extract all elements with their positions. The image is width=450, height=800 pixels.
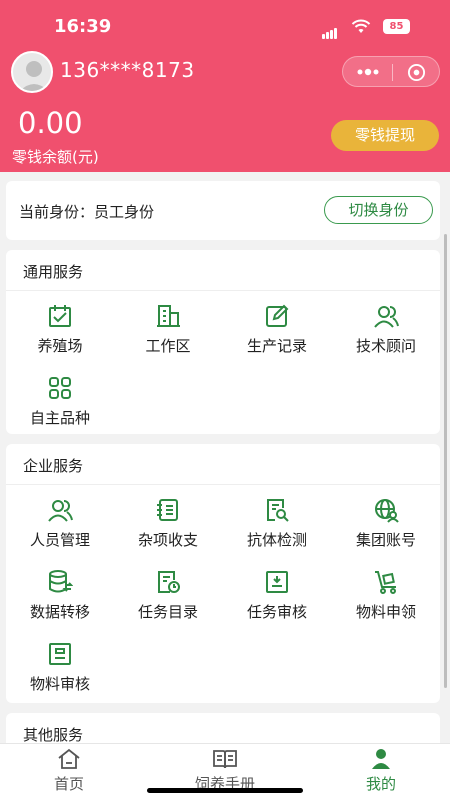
service-misc-finance[interactable]: 杂项收支 <box>114 497 222 550</box>
tab-label: 我的 <box>365 775 396 793</box>
service-label: 抗体检测 <box>246 531 307 549</box>
service-label: 养殖场 <box>37 337 83 355</box>
service-group-account[interactable]: 集团账号 <box>332 497 440 550</box>
service-label: 杂项收支 <box>137 531 198 549</box>
balance-value: 0.00 <box>18 106 83 140</box>
avatar[interactable] <box>11 51 53 93</box>
grid-icon <box>49 377 71 399</box>
home-icon <box>58 748 80 769</box>
avatar-placeholder-icon <box>20 61 48 91</box>
enterprise-services-card: 企业服务 人员管理 杂项收支 抗体检测 集团账号 数据转移 任务目录 任务审核 … <box>6 444 440 703</box>
edit-note-icon <box>266 304 289 327</box>
service-label: 自主品种 <box>29 409 90 427</box>
tab-home[interactable]: 首页 <box>14 747 124 794</box>
service-label: 技术顾问 <box>355 337 416 355</box>
user-group-icon <box>374 306 399 328</box>
user-icon <box>372 749 390 769</box>
review-tray-icon <box>266 571 288 593</box>
general-services-card: 通用服务 养殖场 工作区 生产记录 技术顾问 自主品种 <box>6 250 440 434</box>
service-production-record[interactable]: 生产记录 <box>223 303 331 356</box>
close-target-icon[interactable] <box>407 63 426 82</box>
service-tech-advisor[interactable]: 技术顾问 <box>332 303 440 356</box>
database-transfer-icon <box>49 570 73 593</box>
current-identity: 当前身份：员工身份 <box>19 203 155 221</box>
service-farm[interactable]: 养殖场 <box>6 303 114 356</box>
identity-card: 当前身份：员工身份 切换身份 <box>6 181 440 240</box>
divider <box>6 484 440 485</box>
service-label: 物料审核 <box>29 675 90 693</box>
wifi-icon <box>351 19 371 33</box>
divider <box>6 290 440 291</box>
document-search-icon <box>267 499 289 522</box>
ledger-icon <box>157 499 178 521</box>
status-bar: 16:39 85 <box>0 14 450 42</box>
service-material-request[interactable]: 物料申领 <box>332 569 440 622</box>
service-label: 生产记录 <box>246 337 307 355</box>
tab-mine[interactable]: 我的 <box>326 747 436 794</box>
service-task-catalog[interactable]: 任务目录 <box>114 569 222 622</box>
section-title: 通用服务 <box>23 263 84 281</box>
more-icon[interactable] <box>355 65 381 79</box>
service-label: 任务目录 <box>137 603 198 621</box>
service-label: 任务审核 <box>246 603 307 621</box>
service-antibody-test[interactable]: 抗体检测 <box>223 497 331 550</box>
service-own-breed[interactable]: 自主品种 <box>6 375 114 428</box>
balance-label: 零钱余额(元) <box>12 148 99 166</box>
calendar-check-icon <box>49 305 71 327</box>
mini-program-capsule <box>342 56 440 87</box>
material-review-icon <box>49 643 71 665</box>
signal-icon <box>322 20 338 39</box>
section-title: 企业服务 <box>23 457 84 475</box>
service-data-transfer[interactable]: 数据转移 <box>6 569 114 622</box>
switch-identity-button[interactable]: 切换身份 <box>324 196 433 224</box>
service-label: 工作区 <box>145 337 191 355</box>
service-label: 数据转移 <box>29 603 90 621</box>
home-indicator <box>147 788 303 793</box>
service-label: 人员管理 <box>29 531 90 549</box>
user-phone: 136****8173 <box>60 58 195 82</box>
tab-feeding-manual[interactable]: 饲养手册 <box>170 747 280 794</box>
service-label: 物料申领 <box>355 603 416 621</box>
header: 16:39 85 136****8173 0.00 零钱余额(元) 零钱提现 <box>0 0 450 172</box>
tab-label: 首页 <box>53 775 84 793</box>
task-clock-icon <box>158 571 180 593</box>
battery-icon: 85 <box>383 19 410 34</box>
capsule-divider <box>392 64 393 81</box>
section-title: 其他服务 <box>23 726 84 744</box>
globe-user-icon <box>375 499 399 523</box>
service-material-review[interactable]: 物料审核 <box>6 641 114 694</box>
status-time: 16:39 <box>54 16 112 37</box>
people-icon <box>48 500 73 522</box>
book-icon <box>213 750 237 769</box>
service-workspace[interactable]: 工作区 <box>114 303 222 356</box>
scrollbar[interactable] <box>444 234 447 688</box>
building-icon <box>157 305 180 327</box>
withdraw-button[interactable]: 零钱提现 <box>331 120 439 151</box>
service-personnel[interactable]: 人员管理 <box>6 497 114 550</box>
service-label: 集团账号 <box>355 531 416 549</box>
cart-box-icon <box>375 571 396 594</box>
service-task-review[interactable]: 任务审核 <box>223 569 331 622</box>
